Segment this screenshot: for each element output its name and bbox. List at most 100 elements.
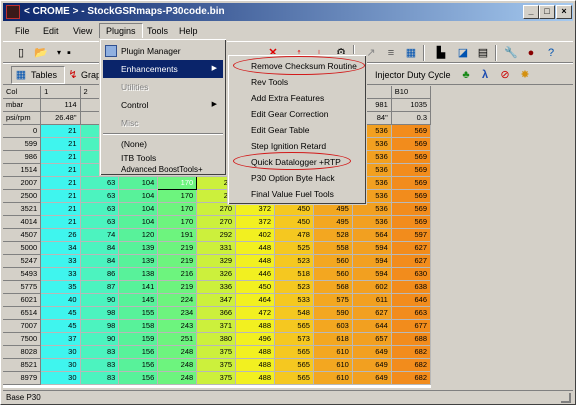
menu-item-edit-gear-correction[interactable]: Edit Gear Correction (231, 106, 365, 122)
table-cell[interactable]: 649 (352, 371, 392, 385)
table-cell[interactable]: 21 (40, 215, 81, 229)
table-cell[interactable]: 488 (235, 345, 276, 359)
doc-icon[interactable]: ◪ (455, 45, 471, 61)
table-cell[interactable]: 569 (391, 189, 431, 203)
table-cell[interactable]: 448 (235, 254, 276, 268)
table-cell[interactable]: 638 (391, 280, 431, 294)
table-cell[interactable]: 402 (235, 228, 276, 242)
table-cell[interactable]: 191 (157, 228, 198, 242)
menu-help[interactable]: Help (173, 23, 204, 39)
table-cell[interactable]: 219 (157, 280, 198, 294)
table-cell[interactable]: 688 (391, 332, 431, 346)
table-cell[interactable]: 156 (118, 345, 159, 359)
tables-button[interactable]: Tables (31, 68, 57, 82)
maximize-button[interactable]: □ (539, 5, 555, 19)
table-cell[interactable]: 30 (40, 345, 81, 359)
table-cell[interactable]: 523 (274, 280, 314, 294)
table-cell[interactable]: 139 (118, 241, 159, 255)
calc-icon[interactable]: ▦ (403, 45, 419, 61)
table-cell[interactable]: 331 (196, 241, 237, 255)
table-cell[interactable]: 446 (235, 267, 276, 281)
table-cell[interactable]: 326 (196, 267, 237, 281)
table-cell[interactable]: 594 (352, 254, 392, 268)
table-cell[interactable]: 464 (235, 293, 276, 307)
table-cell[interactable]: 139 (118, 254, 159, 268)
table-cell[interactable]: 26 (40, 228, 81, 242)
table-cell[interactable]: 375 (196, 345, 237, 359)
table-cell[interactable]: 216 (157, 267, 198, 281)
tables-icon[interactable]: ▦ (13, 67, 29, 83)
table-cell[interactable]: 560 (313, 267, 353, 281)
table-cell[interactable]: 170 (157, 189, 198, 203)
lambda-icon[interactable]: λ (477, 67, 493, 83)
table-cell[interactable]: 657 (352, 332, 392, 346)
menu-item-advanced-boosttools[interactable]: Advanced BoostTools+ (103, 165, 223, 175)
table-cell[interactable]: 138 (118, 267, 159, 281)
table-cell[interactable]: 488 (235, 358, 276, 372)
table-cell[interactable]: 575 (313, 293, 353, 307)
table-cell[interactable]: 560 (313, 254, 353, 268)
menu-tools[interactable]: Tools (141, 23, 174, 39)
graph-view-icon[interactable]: ↯ (65, 67, 81, 83)
table-cell[interactable]: 63 (80, 202, 120, 216)
menu-item-control[interactable]: Control ▶ (103, 96, 223, 114)
table-cell[interactable]: 83 (80, 358, 120, 372)
menu-item-enhancements[interactable]: Enhancements ▶ (103, 60, 223, 78)
table-cell[interactable]: 565 (274, 319, 314, 333)
table-cell[interactable]: 682 (391, 371, 431, 385)
table-cell[interactable]: 618 (313, 332, 353, 346)
table-cell[interactable]: 120 (118, 228, 159, 242)
menu-item-itb-tools[interactable]: ITB Tools (103, 151, 223, 165)
close-button[interactable]: × (556, 5, 572, 19)
table-cell[interactable]: 98 (80, 319, 120, 333)
table-cell[interactable]: 569 (391, 150, 431, 164)
table-cell[interactable]: 34 (40, 241, 81, 255)
table-cell[interactable]: 74 (80, 228, 120, 242)
table-cell[interactable]: 159 (118, 332, 159, 346)
tool-icon[interactable]: 🔧 (503, 45, 519, 61)
table-cell[interactable]: 610 (313, 345, 353, 359)
table-cell[interactable]: 86 (80, 267, 120, 281)
menu-item-none[interactable]: (None) (103, 137, 223, 151)
table-cell[interactable]: 627 (391, 254, 431, 268)
table-cell[interactable]: 33 (40, 254, 81, 268)
table-cell[interactable]: 677 (391, 319, 431, 333)
table-cell[interactable]: 448 (235, 241, 276, 255)
table-cell[interactable]: 336 (196, 280, 237, 294)
table-cell[interactable]: 488 (235, 319, 276, 333)
table-cell[interactable]: 170 (157, 215, 198, 229)
table-cell[interactable]: 84 (80, 241, 120, 255)
menu-file[interactable]: File (9, 23, 36, 39)
table-cell[interactable]: 21 (40, 137, 81, 151)
table-cell[interactable]: 21 (40, 163, 81, 177)
no-icon[interactable]: ⊘ (497, 67, 513, 83)
menu-item-add-extra-features[interactable]: Add Extra Features (231, 90, 365, 106)
table-cell[interactable]: 141 (118, 280, 159, 294)
table-cell[interactable]: 372 (235, 215, 276, 229)
table-cell[interactable]: 270 (196, 215, 237, 229)
help-icon[interactable]: ? (543, 45, 559, 61)
table-cell[interactable]: 569 (391, 137, 431, 151)
table-cell[interactable]: 84 (80, 254, 120, 268)
table-cell[interactable]: 21 (40, 189, 81, 203)
table-cell[interactable]: 597 (391, 228, 431, 242)
table-cell[interactable]: 224 (157, 293, 198, 307)
table-cell[interactable]: 219 (157, 254, 198, 268)
table-cell[interactable]: 21 (40, 176, 81, 190)
table-cell[interactable]: 558 (313, 241, 353, 255)
table-cell[interactable]: 569 (391, 215, 431, 229)
table-cell[interactable]: 170 (157, 176, 198, 190)
table-cell[interactable]: 366 (196, 306, 237, 320)
wrench-icon[interactable]: ✸ (517, 67, 533, 83)
table-cell[interactable]: 478 (274, 228, 314, 242)
minimize-button[interactable]: _ (523, 5, 539, 19)
table-cell[interactable]: 219 (157, 241, 198, 255)
table-cell[interactable]: 533 (274, 293, 314, 307)
table-cell[interactable]: 33 (40, 267, 81, 281)
table-cell[interactable]: 63 (80, 189, 120, 203)
menu-plugins[interactable]: Plugins (99, 23, 143, 39)
table-cell[interactable]: 663 (391, 306, 431, 320)
table-cell[interactable]: 30 (40, 371, 81, 385)
menu-item-p30-option-byte[interactable]: P30 Option Byte Hack (231, 170, 365, 186)
table-cell[interactable]: 104 (118, 202, 159, 216)
